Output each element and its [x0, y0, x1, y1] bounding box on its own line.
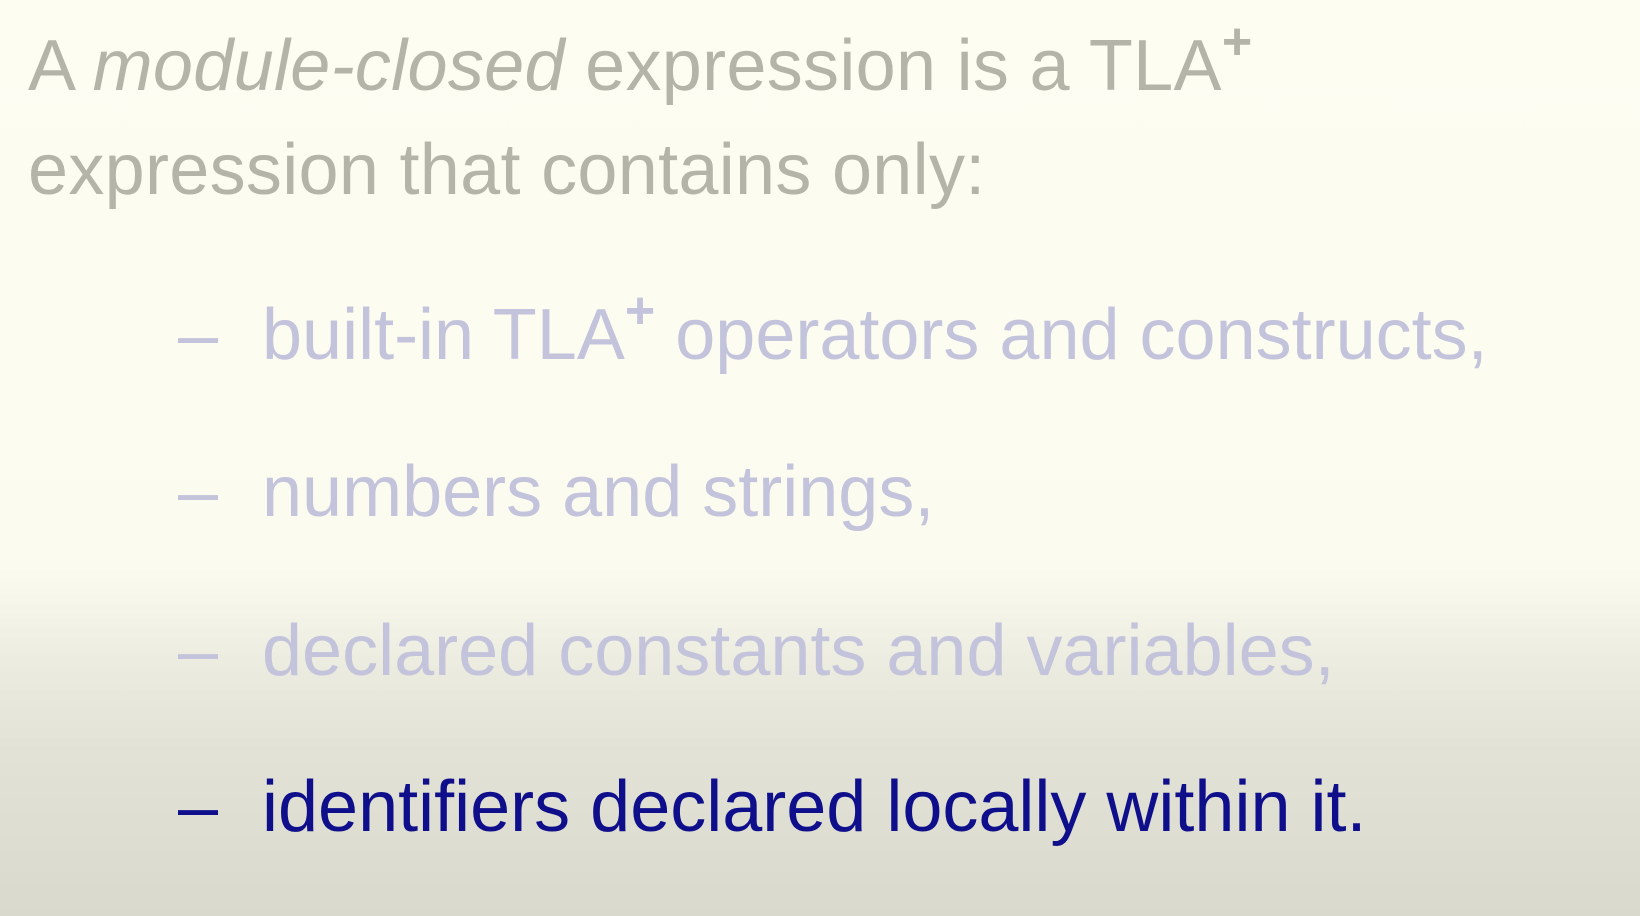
bullet-item-active: – identifiers declared locally within it…: [178, 762, 1367, 852]
bullet-dash: –: [178, 452, 219, 532]
bullet-dash: –: [178, 767, 219, 847]
bullet-item: – numbers and strings,: [178, 447, 934, 537]
slide: A module-closed expression is a TLA+ exp…: [0, 0, 1640, 916]
bullet-text: built-in TLA+ operators and constructs,: [262, 285, 1488, 380]
bullet-text: identifiers declared locally within it.: [262, 767, 1367, 847]
intro-prefix: A: [28, 26, 93, 106]
bullet-text: numbers and strings,: [262, 452, 935, 532]
bullet-text-before: built-in TLA: [262, 295, 625, 375]
intro-line-1: A module-closed expression is a TLA+: [28, 14, 1588, 118]
bullet-dash: –: [178, 295, 219, 375]
bullet-text-after: operators and constructs,: [655, 295, 1488, 375]
bullet-dash: –: [178, 611, 219, 691]
bullet-item: – declared constants and variables,: [178, 606, 1335, 696]
intro-line-2: expression that contains only:: [28, 130, 986, 210]
intro-middle: expression is a TLA: [564, 26, 1222, 106]
bullet-text: declared constants and variables,: [262, 611, 1335, 691]
bullet-item: – built-in TLA+ operators and constructs…: [178, 285, 1488, 380]
intro-superscript: +: [1221, 13, 1253, 71]
intro-paragraph: A module-closed expression is a TLA+ exp…: [28, 14, 1588, 222]
intro-emphasis: module-closed: [92, 26, 565, 106]
bullet-superscript: +: [624, 282, 656, 340]
